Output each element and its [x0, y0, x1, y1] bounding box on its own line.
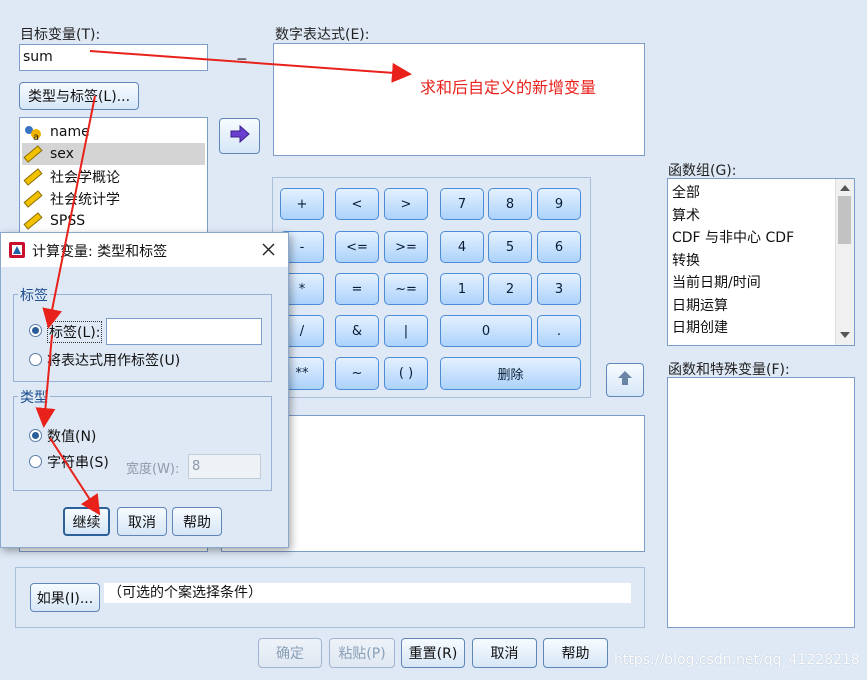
dialog-title: 计算变量: 类型和标签	[32, 244, 168, 260]
key-6[interactable]: 6	[537, 231, 581, 263]
function-group-item[interactable]: 全部	[672, 182, 700, 204]
scale-ruler-icon	[22, 189, 44, 209]
label-radio-text: 标签(L):	[47, 321, 103, 343]
scale-ruler-icon	[22, 167, 44, 187]
scroll-down-icon[interactable]	[839, 329, 851, 341]
type-group: 类型 数值(N) 字符串(S) 宽度(W): 8	[13, 387, 272, 491]
variable-item-statistics[interactable]: 社会统计学	[22, 188, 205, 210]
type-label-dialog: 计算变量: 类型和标签 标签 标签(L): 将表达式用作标签(U) 类型 数值(…	[0, 232, 289, 548]
variable-label: 社会学概论	[50, 170, 120, 186]
key-7[interactable]: 7	[440, 188, 484, 220]
label-radio[interactable]	[29, 324, 42, 337]
variable-label: SPSS	[50, 213, 86, 229]
key-4[interactable]: 4	[440, 231, 484, 263]
string-radio[interactable]	[29, 455, 42, 468]
key-parentheses[interactable]: ( )	[384, 357, 428, 390]
label-group-title: 标签	[18, 285, 50, 305]
variable-label: 社会统计学	[50, 192, 120, 208]
variable-label: name	[50, 124, 90, 140]
key-3[interactable]: 3	[537, 273, 581, 305]
annotation-text: 求和后自定义的新增变量	[420, 78, 597, 97]
key-9[interactable]: 9	[537, 188, 581, 220]
function-group-scrollbar[interactable]	[835, 179, 854, 345]
equals-sign: =	[236, 53, 248, 69]
type-group-title: 类型	[18, 387, 50, 407]
key-less-equal[interactable]: <=	[335, 231, 379, 263]
function-group-item[interactable]: 日期运算	[672, 295, 728, 317]
function-group-item[interactable]: 日期创建	[672, 317, 728, 339]
dialog-help-button[interactable]: 帮助	[172, 507, 222, 536]
if-button[interactable]: 如果(I)...	[30, 583, 100, 612]
spss-app-icon	[8, 241, 26, 263]
type-and-label-button[interactable]: 类型与标签(L)...	[19, 82, 139, 110]
function-group-label: 函数组(G):	[668, 163, 737, 179]
key-2[interactable]: 2	[488, 273, 532, 305]
key-not[interactable]: ~	[335, 357, 379, 390]
move-up-button[interactable]	[606, 363, 644, 397]
right-arrow-icon	[229, 124, 251, 148]
function-variables-label: 函数和特殊变量(F):	[668, 362, 790, 378]
numeric-radio[interactable]	[29, 429, 42, 442]
function-group-item[interactable]: CDF 与非中心 CDF	[672, 227, 794, 249]
dialog-titlebar: 计算变量: 类型和标签	[1, 233, 288, 267]
key-5[interactable]: 5	[488, 231, 532, 263]
function-group-item[interactable]: 算术	[672, 205, 700, 227]
width-label: 宽度(W):	[126, 462, 180, 477]
nominal-string-icon: a	[22, 122, 44, 142]
function-group-list[interactable]: 全部 算术 CDF 与非中心 CDF 转换 当前日期/时间 日期运算 日期创建	[667, 178, 855, 346]
scroll-up-icon[interactable]	[839, 182, 851, 194]
key-0[interactable]: 0	[440, 315, 532, 347]
numeric-expression-label: 数字表达式(E):	[275, 27, 370, 43]
key-8[interactable]: 8	[488, 188, 532, 220]
if-condition-text: （可选的个案选择条件）	[104, 583, 631, 603]
scale-ruler-icon	[22, 211, 44, 231]
key-plus[interactable]: +	[280, 188, 324, 220]
function-variables-list[interactable]	[667, 377, 855, 628]
key-or[interactable]: |	[384, 315, 428, 347]
key-dot[interactable]: .	[537, 315, 581, 347]
variable-label: sex	[50, 146, 74, 162]
variable-list[interactable]: a name sex 社会学概论 社会统计学 SPSS	[19, 117, 208, 235]
key-greater-equal[interactable]: >=	[384, 231, 428, 263]
watermark: https://blog.csdn.net/qq_41228218	[614, 652, 860, 668]
key-less[interactable]: <	[335, 188, 379, 220]
key-equal[interactable]: =	[335, 273, 379, 305]
key-delete[interactable]: 删除	[440, 357, 581, 390]
target-variable-label: 目标变量(T):	[20, 27, 101, 43]
numeric-radio-text: 数值(N)	[47, 429, 97, 445]
scroll-thumb[interactable]	[838, 196, 851, 244]
label-input[interactable]	[106, 318, 262, 345]
string-radio-text: 字符串(S)	[47, 455, 109, 471]
function-group-item[interactable]: 当前日期/时间	[672, 272, 761, 294]
expr-label-text: 将表达式用作标签(U)	[47, 353, 181, 369]
help-button[interactable]: 帮助	[543, 638, 608, 668]
key-not-equal[interactable]: ~=	[384, 273, 428, 305]
function-group-item[interactable]: 转换	[672, 250, 700, 272]
dialog-cancel-button[interactable]: 取消	[117, 507, 167, 536]
svg-text:a: a	[33, 132, 39, 142]
target-variable-input[interactable]: sum	[19, 44, 208, 71]
key-and[interactable]: &	[335, 315, 379, 347]
variable-item-sex[interactable]: sex	[22, 143, 205, 165]
variable-item-sociology[interactable]: 社会学概论	[22, 166, 205, 188]
label-group: 标签 标签(L): 将表达式用作标签(U)	[13, 285, 272, 382]
close-icon[interactable]	[259, 238, 279, 260]
key-greater[interactable]: >	[384, 188, 428, 220]
up-arrow-icon	[617, 370, 633, 390]
numeric-expression-input[interactable]	[273, 43, 645, 156]
variable-item-spss[interactable]: SPSS	[22, 210, 205, 232]
reset-button[interactable]: 重置(R)	[401, 638, 465, 668]
expr-label-radio[interactable]	[29, 353, 42, 366]
cancel-button[interactable]: 取消	[472, 638, 537, 668]
continue-button[interactable]: 继续	[63, 507, 110, 536]
key-1[interactable]: 1	[440, 273, 484, 305]
paste-button[interactable]: 粘贴(P)	[329, 638, 395, 668]
variable-item-name[interactable]: a name	[22, 121, 205, 143]
width-input[interactable]: 8	[188, 454, 261, 479]
scale-ruler-icon	[22, 144, 44, 164]
move-to-expression-button[interactable]	[219, 118, 260, 154]
ok-button[interactable]: 确定	[258, 638, 322, 668]
